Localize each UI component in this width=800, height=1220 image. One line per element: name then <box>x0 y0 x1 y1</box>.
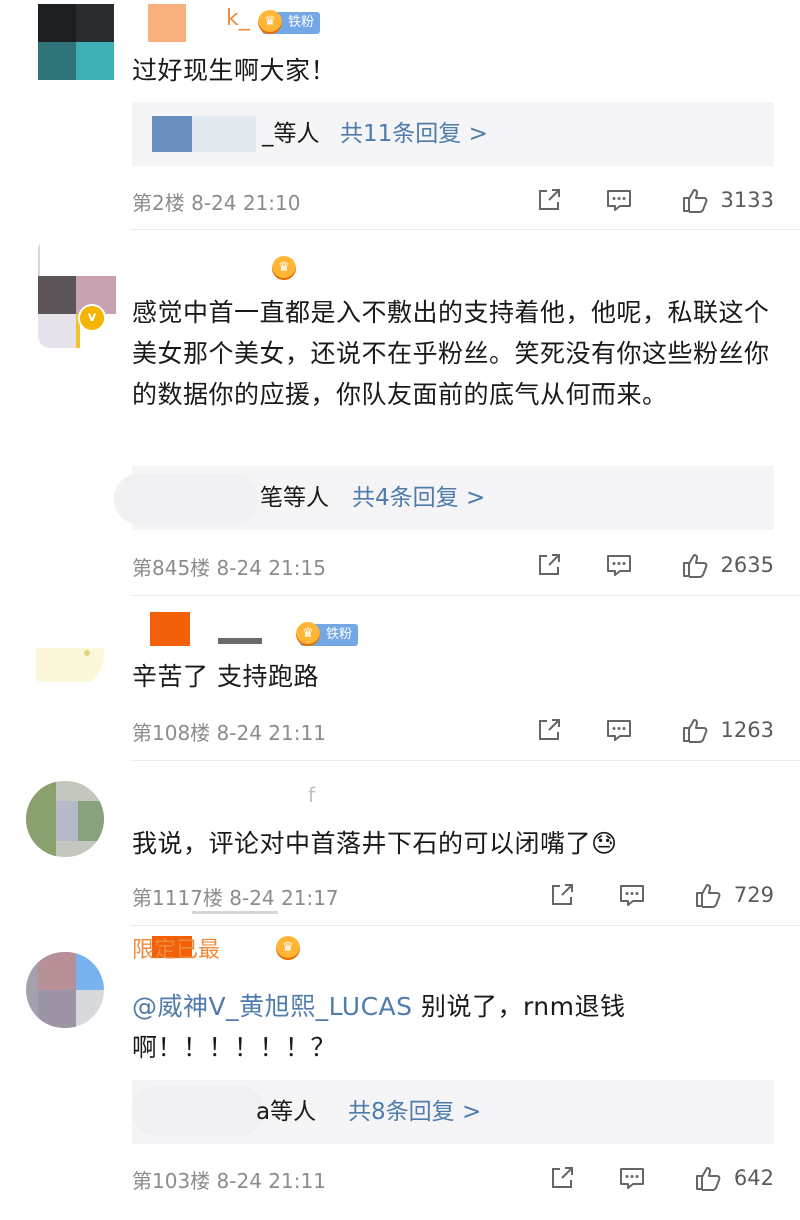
username[interactable]: k_ ♛ 铁粉 <box>132 4 332 42</box>
floor-number: 第1117楼 <box>132 886 223 910</box>
fan-badge-label: 铁粉 <box>326 627 353 642</box>
avatar[interactable] <box>38 238 116 348</box>
comment-icon[interactable] <box>605 716 633 744</box>
comment-item: ♛ 铁粉 辛苦了 支持跑路 第108楼 8-24 21:11 1263 <box>0 596 800 761</box>
share-icon[interactable] <box>535 551 563 579</box>
comment-actions: 729 <box>548 878 774 912</box>
comment-meta: 第845楼 8-24 21:15 <box>132 552 326 581</box>
crown-icon: ♛ <box>258 10 282 34</box>
comment-icon[interactable] <box>605 186 633 214</box>
share-icon[interactable] <box>535 716 563 744</box>
avatar[interactable] <box>26 781 104 857</box>
reply-users: 笔等人 <box>260 485 329 511</box>
reply-summary[interactable]: _等人 共11条回复 > <box>132 102 774 166</box>
thumbs-up-icon[interactable] <box>681 186 709 214</box>
username-fragment: k_ <box>226 6 250 31</box>
thumbs-up-icon[interactable] <box>681 716 709 744</box>
reply-count-link[interactable]: 共11条回复 > <box>340 102 488 166</box>
comment-actions: 642 <box>548 1161 774 1195</box>
like-count: 3133 <box>720 188 774 212</box>
like-count: 642 <box>733 1166 774 1190</box>
comment-meta: 第108楼 8-24 21:11 <box>132 717 326 746</box>
username-fragment: 限定已最 <box>132 938 221 963</box>
timestamp: 8-24 21:17 <box>229 886 339 910</box>
fan-badge-label: 铁粉 <box>288 15 315 30</box>
share-icon[interactable] <box>548 1164 576 1192</box>
like-count: 2635 <box>720 553 774 577</box>
floor-number: 第103楼 <box>132 1169 211 1193</box>
like-count: 729 <box>733 883 774 907</box>
thumbs-up-icon[interactable] <box>694 881 722 909</box>
comment-icon[interactable] <box>618 1164 646 1192</box>
comment-text: 过好现生啊大家！ <box>132 56 337 85</box>
thumbs-up-icon[interactable] <box>694 1164 722 1192</box>
reply-summary[interactable]: a等人 共8条回复 > <box>132 1080 774 1144</box>
comment-text: @威神V_黄旭熙_LUCAS 别说了，rnm退钱啊！！！！！！？ <box>132 986 772 1068</box>
floor-number: 第2楼 <box>132 191 185 215</box>
reply-count-link[interactable]: 共4条回复 > <box>352 466 485 530</box>
avatar[interactable] <box>26 952 104 1028</box>
comment-text: 感觉中首一直都是入不敷出的支持着他，他呢，私联这个美女那个美女，还说不在乎粉丝。… <box>132 298 770 409</box>
timestamp: 8-24 21:11 <box>216 721 326 745</box>
floor-number: 第108楼 <box>132 721 211 745</box>
comment-actions: 1263 <box>535 713 774 747</box>
comment-item: k_ ♛ 铁粉 过好现生啊大家！ _等人 共11条回复 > 第2楼 8-24 2… <box>0 0 800 230</box>
comment-meta: 第103楼 8-24 21:11 <box>132 1165 326 1194</box>
fan-badge: ♛ 铁粉 <box>258 10 321 34</box>
reply-summary[interactable]: 笔等人 共4条回复 > <box>114 466 774 530</box>
share-icon[interactable] <box>548 881 576 909</box>
timestamp: 8-24 21:11 <box>216 1169 326 1193</box>
username[interactable]: 限定已最 ♛ <box>132 936 372 978</box>
fan-badge: ♛ 铁粉 <box>296 622 359 646</box>
avatar[interactable] <box>38 4 114 80</box>
comment-meta: 第1117楼 8-24 21:17 <box>132 882 339 911</box>
username[interactable]: f <box>132 783 372 817</box>
like-count: 1263 <box>720 718 774 742</box>
username[interactable]: ♛ 铁粉 <box>132 610 372 646</box>
comment-item: f 我说，评论对中首落井下石的可以闭嘴了😓 第1117楼 8-24 21:17 … <box>0 761 800 926</box>
timestamp: 8-24 21:15 <box>216 556 326 580</box>
crown-icon: ♛ <box>296 622 320 646</box>
comment-actions: 2635 <box>535 548 774 582</box>
comment-text: 辛苦了 支持跑路 <box>132 662 319 691</box>
verified-icon: v <box>78 304 106 332</box>
reply-count-link[interactable]: 共8条回复 > <box>348 1080 481 1144</box>
share-icon[interactable] <box>535 186 563 214</box>
username[interactable]: ♛ <box>132 252 332 286</box>
comment-meta: 第2楼 8-24 21:10 <box>132 187 300 216</box>
crown-icon: ♛ <box>276 936 300 960</box>
crown-icon: ♛ <box>272 256 296 280</box>
username-fragment: f <box>308 783 316 807</box>
comment-icon[interactable] <box>618 881 646 909</box>
comment-actions: 3133 <box>535 183 774 217</box>
comment-item: v ♛ 感觉中首一直都是入不敷出的支持着他，他呢，私联这个美女那个美女，还说不在… <box>0 230 800 596</box>
comment-item: 限定已最 ♛ @威神V_黄旭熙_LUCAS 别说了，rnm退钱啊！！！！！！？ … <box>0 926 800 1220</box>
timestamp: 8-24 21:10 <box>191 191 301 215</box>
floor-number: 第845楼 <box>132 556 211 580</box>
avatar[interactable] <box>26 618 104 690</box>
reply-users: a等人 <box>256 1099 317 1125</box>
comment-text: 我说，评论对中首落井下石的可以闭嘴了😓 <box>132 829 618 858</box>
thumbs-up-icon[interactable] <box>681 551 709 579</box>
comment-icon[interactable] <box>605 551 633 579</box>
reply-users: _等人 <box>262 121 320 147</box>
mention-link[interactable]: @威神V_黄旭熙_LUCAS <box>132 992 413 1021</box>
